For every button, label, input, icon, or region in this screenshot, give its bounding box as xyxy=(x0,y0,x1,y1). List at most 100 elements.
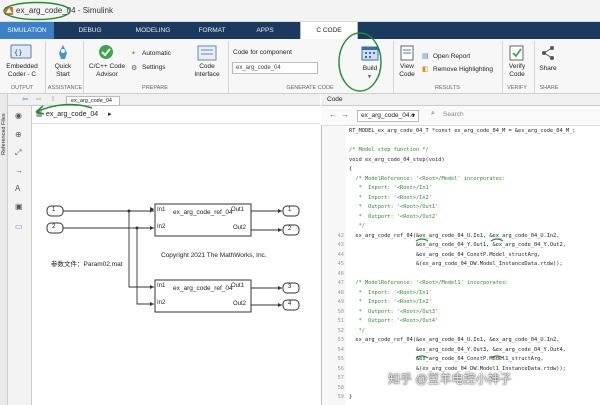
line-number: 47 xyxy=(337,280,344,286)
tab-modeling[interactable]: MODELING xyxy=(128,22,178,39)
line-number: 53 xyxy=(337,337,344,343)
block-2-in2: In2 xyxy=(157,300,166,306)
cpp-code-advisor-button[interactable]: C/C++ Code Advisor xyxy=(84,63,130,79)
section-assistance: ASSISTANCE xyxy=(47,85,83,91)
fit-view-icon[interactable]: ⤢ xyxy=(15,148,21,158)
line-number: 56 xyxy=(337,365,344,372)
copyright-note: Copyright 2021 The MathWorks, Inc. xyxy=(161,252,267,259)
tab-apps[interactable]: APPS xyxy=(245,22,285,39)
line-number: 52 xyxy=(337,327,344,334)
code-text: * Outport: '<Root>/Out3' xyxy=(349,308,439,315)
code-line[interactable]: * Inport: '<Root>/In2' xyxy=(322,194,600,203)
hide-show-icon[interactable]: ◉ xyxy=(15,111,22,120)
tab-debug[interactable]: DEBUG xyxy=(68,22,112,39)
block-1-name: ex_arg_code_ref_04 xyxy=(173,209,233,216)
code-interface-button[interactable]: Code Interface xyxy=(188,63,226,79)
model-canvas[interactable]: 1 2 1 2 3 4 In1 In2 ex_arg_code_ref_04 O… xyxy=(33,124,320,405)
line-number: 50 xyxy=(337,308,344,315)
code-forward-icon[interactable]: → xyxy=(341,110,349,119)
arrow-icon[interactable]: → xyxy=(15,166,23,175)
code-for-component-field[interactable]: ex_arg_code_04 xyxy=(232,62,318,74)
search-icon: ⌕ xyxy=(431,110,435,117)
inport-1-label: 1 xyxy=(52,207,56,213)
block-1-in1: In1 xyxy=(157,207,166,213)
code-text: /* ModelReference: '<Root>/Model1' incor… xyxy=(349,280,509,286)
watermark: 知乎 @豆羊电控小神子 xyxy=(388,372,512,386)
code-line[interactable]: 51 * Outport: '<Root>/Out4' xyxy=(322,317,600,326)
view-code-button[interactable]: View Code xyxy=(395,63,419,79)
code-line[interactable]: RT_MODEL_ex_arg_code_04_T *const ex_arg_… xyxy=(322,127,600,136)
code-line[interactable]: 44 &ex_arg_code_04_ConstP.Model_structAr… xyxy=(322,251,600,260)
code-text: /* Model step function */ xyxy=(349,147,429,153)
referenced-files-label: Referenced Files xyxy=(1,113,7,155)
file-select-chevron-icon: ▼ xyxy=(411,113,416,119)
code-line[interactable]: 47 /* ModelReference: '<Root>/Model1' in… xyxy=(322,279,600,288)
block-1-out1: Out1 xyxy=(231,207,245,213)
verify-code-button[interactable]: Verify Code xyxy=(503,63,531,79)
quick-start-button[interactable]: Quick Start xyxy=(47,63,79,79)
remove-highlighting-button[interactable]: Remove Highlighting xyxy=(433,66,493,74)
title-annotation-circle xyxy=(3,1,71,21)
line-number: 54 xyxy=(337,346,344,353)
text-annotation-icon[interactable]: A xyxy=(15,184,20,193)
line-number: 45 xyxy=(337,261,344,267)
area-icon[interactable]: ▭ xyxy=(15,222,23,231)
block-2-out2: Out2 xyxy=(233,301,247,307)
model-palette: ◉ ⊕ ⤢ → A ▣ ▭ xyxy=(8,106,32,405)
automatic-icon: ✦ xyxy=(131,51,137,57)
share-button[interactable]: Share xyxy=(536,65,560,73)
code-text: * Inport: '<Root>/In2' xyxy=(349,299,432,305)
section-prepare: PREPARE xyxy=(142,85,168,91)
code-line[interactable]: * Outport: '<Root>/Out2' xyxy=(322,213,600,222)
code-view[interactable]: RT_MODEL_ex_arg_code_04_T *const ex_arg_… xyxy=(322,126,600,405)
code-line[interactable]: 59} xyxy=(322,393,600,402)
tab-simulation[interactable]: SIMULATION xyxy=(0,22,54,39)
code-file-name: ex_arg_code_04.c xyxy=(361,112,415,119)
code-text: ex_arg_code_ref_04(&ex_arg_code_04_U.In1… xyxy=(349,337,560,343)
line-number: 42 xyxy=(337,232,344,239)
svg-text:{}: {} xyxy=(14,49,22,57)
breadcrumb-annotation-arrow xyxy=(35,103,93,115)
settings-dropdown[interactable]: Settings xyxy=(142,64,166,72)
code-line[interactable]: 49 * Inport: '<Root>/In2' xyxy=(322,298,600,307)
line-number: 44 xyxy=(337,251,344,258)
code-advisor-icon xyxy=(99,45,113,59)
settings-gear-icon: ⚙ xyxy=(131,65,138,72)
automatic-dropdown[interactable]: Automatic xyxy=(142,50,171,58)
code-text: { xyxy=(349,166,353,172)
code-text: * Outport: '<Root>/Out2' xyxy=(349,213,439,220)
code-line[interactable]: 45 &(ex_arg_code_04_DW.Model_InstanceDat… xyxy=(322,260,600,269)
code-search-input[interactable]: Search xyxy=(443,111,464,118)
zoom-in-icon[interactable]: ⊕ xyxy=(15,130,22,139)
code-text: * Outport: '<Root>/Out1' xyxy=(349,204,439,210)
block-1-out2: Out2 xyxy=(233,225,247,231)
line-number: 55 xyxy=(337,356,344,362)
referenced-files-strip[interactable]: Referenced Files xyxy=(0,94,8,405)
code-line[interactable]: /* Model step function */ xyxy=(322,146,600,155)
code-line[interactable]: 53 ex_arg_code_ref_04(&ex_arg_code_04_U.… xyxy=(322,336,600,345)
outport-3-label: 3 xyxy=(288,284,292,290)
embedded-coder-button[interactable]: Embedded Coder - C xyxy=(2,63,42,79)
code-back-icon[interactable]: ← xyxy=(329,110,337,119)
code-line[interactable]: void ex_arg_code_04_step(void) xyxy=(322,156,600,165)
tab-format[interactable]: FORMAT xyxy=(190,22,234,39)
open-report-button[interactable]: Open Report xyxy=(433,53,470,61)
code-line[interactable] xyxy=(322,137,600,146)
code-text: RT_MODEL_ex_arg_code_04_T *const ex_arg_… xyxy=(349,128,576,134)
code-line[interactable]: * Inport: '<Root>/In1' xyxy=(322,184,600,193)
code-file-select[interactable]: ex_arg_code_04.c ▼ xyxy=(357,110,419,122)
code-text: * Inport: '<Root>/In2' xyxy=(349,194,432,201)
code-line[interactable]: /* ModelReference: '<Root>/Model' incorp… xyxy=(322,175,600,184)
code-line[interactable]: 52 */ xyxy=(322,327,600,336)
verify-code-icon xyxy=(509,45,524,61)
code-line[interactable]: { xyxy=(322,165,600,174)
block-1-in2: In2 xyxy=(157,224,166,230)
code-line[interactable]: 48 * Inport: '<Root>/In1' xyxy=(322,289,600,298)
breadcrumb-chevron-icon[interactable]: ▸ xyxy=(108,110,112,118)
code-text: * Inport: '<Root>/In1' xyxy=(349,289,432,296)
code-line[interactable]: 50 * Outport: '<Root>/Out3' xyxy=(322,308,600,317)
inport-2-label: 2 xyxy=(52,224,56,230)
image-icon[interactable]: ▣ xyxy=(15,202,23,211)
code-line[interactable]: 46 xyxy=(322,270,600,279)
code-line[interactable]: * Outport: '<Root>/Out1' xyxy=(322,203,600,212)
